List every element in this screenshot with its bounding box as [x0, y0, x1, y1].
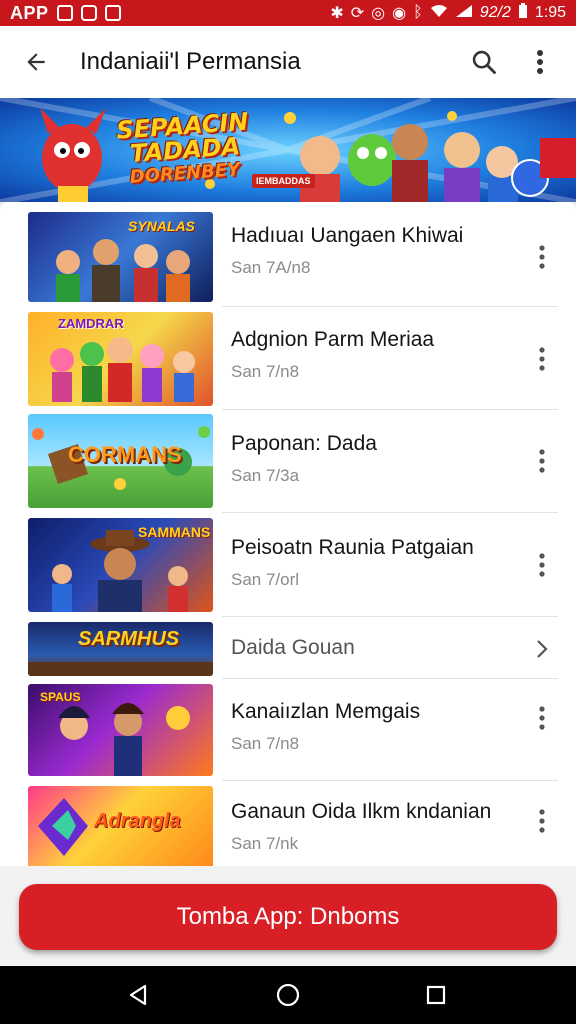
thumbnail-title: SYNALAS	[128, 218, 195, 234]
status-right: ✱ ⟳ ◎ ◉ ᛒ 92/2 1:95	[330, 2, 566, 24]
list-item-thumbnail: SAMMANS	[28, 518, 213, 612]
nav-recents-button[interactable]	[406, 966, 466, 1024]
notification-icon	[104, 5, 121, 21]
list-item-text: Daida Gouan	[231, 636, 520, 660]
list-item-subtitle: San 7/3a	[231, 466, 300, 485]
banner-tag: IEMBADDAS	[252, 174, 315, 188]
list-divider	[222, 512, 558, 513]
arrow-left-icon	[27, 53, 45, 71]
circle-home-icon	[276, 983, 300, 1007]
list-item-title: Peisoatn Raunia Patgaian	[231, 536, 474, 559]
primary-cta-button[interactable]: Tomba App: Dnboms	[19, 884, 557, 950]
status-time: 1:95	[534, 4, 566, 21]
list-divider	[222, 780, 558, 781]
content-list: SYNALAS Hadıuaı Uangaen Khiwai San 7A/n8…	[0, 202, 576, 866]
signal-text: 92/2	[479, 4, 511, 21]
bluetooth-icon: ✱	[330, 5, 344, 22]
chevron-right-icon	[537, 640, 548, 658]
more-vert-icon	[539, 449, 545, 473]
list-item-subtitle: San 7/orl	[231, 570, 300, 589]
overflow-menu-button[interactable]	[512, 26, 568, 98]
list-item-subtitle: San 7/n8	[231, 362, 300, 381]
system-nav-bar	[0, 966, 576, 1024]
item-more-button[interactable]	[528, 545, 556, 585]
hero-banner[interactable]: SEPAACIN TADADA DORENBEY IEMBADDAS	[0, 98, 576, 202]
list-item-text: Peisoatn Raunia Patgaian San 7/orl	[231, 536, 520, 590]
list-item[interactable]: SARMHUS Daida Gouan	[0, 622, 576, 676]
thumbnail-title: SPAUS	[40, 690, 81, 704]
list-item-title: Paponan: Dada	[231, 432, 377, 455]
list-divider	[222, 409, 558, 410]
status-left: APP	[10, 3, 121, 24]
page-title: Indaniaii'l Permansia	[80, 48, 301, 75]
list-divider	[222, 678, 558, 679]
list-item-text: Ganaun Oida Ilkm kndanian San 7/nk	[231, 800, 520, 854]
search-icon	[472, 50, 496, 74]
more-vert-icon	[539, 553, 545, 577]
list-item[interactable]: ZAMDRAR Adgnion Parm Meriaa San 7/n8	[0, 312, 576, 406]
signal-icon	[455, 4, 473, 23]
item-more-button[interactable]	[528, 801, 556, 841]
list-item[interactable]: CORMANS Paponan: Dada San 7/3a	[0, 414, 576, 508]
banner-headline: SEPAACIN TADADA DORENBEY	[116, 107, 253, 190]
list-item-title: Daida Gouan	[231, 636, 355, 659]
more-vert-icon	[539, 706, 545, 730]
list-item-title: Kanaiızlan Memgais	[231, 700, 421, 723]
list-item-text: Kanaiızlan Memgais San 7/n8	[231, 700, 520, 754]
list-item-text: Adgnion Parm Meriaa San 7/n8	[231, 328, 520, 382]
list-divider	[222, 616, 558, 617]
back-button[interactable]	[0, 26, 72, 98]
list-item-text: Paponan: Dada San 7/3a	[231, 432, 520, 486]
notification-icon	[80, 5, 97, 21]
list-item-text: Hadıuaı Uangaen Khiwai San 7A/n8	[231, 224, 520, 278]
list-item-thumbnail: SYNALAS	[28, 212, 213, 302]
list-item[interactable]: Adrangla Ganaun Oida Ilkm kndanian San 7…	[0, 786, 576, 866]
wifi-icon	[430, 4, 448, 23]
list-divider	[222, 306, 558, 307]
list-item-subtitle: San 7/n8	[231, 734, 300, 753]
thumbnail-title: SARMHUS	[78, 628, 180, 650]
circle-icon: ◎	[371, 5, 386, 22]
list-item-thumbnail: Adrangla	[28, 786, 213, 866]
nav-back-button[interactable]	[108, 966, 168, 1024]
triangle-back-icon	[129, 984, 147, 1006]
square-recents-icon	[426, 985, 446, 1005]
item-more-button[interactable]	[528, 237, 556, 277]
more-vert-icon	[539, 809, 545, 833]
app-bar: Indaniaii'l Permansia	[0, 26, 576, 98]
list-item[interactable]: SAMMANS Peisoatn Raunia Patgaian San 7/o…	[0, 518, 576, 612]
list-item-thumbnail: SPAUS	[28, 684, 213, 776]
thumbnail-title: SAMMANS	[138, 524, 211, 540]
list-item-title: Adgnion Parm Meriaa	[231, 328, 435, 351]
status-app-label: APP	[10, 2, 49, 23]
list-item-subtitle: San 7/nk	[231, 834, 299, 853]
notification-icon	[56, 5, 73, 21]
nav-home-button[interactable]	[258, 966, 318, 1024]
more-vert-icon	[537, 50, 543, 74]
search-button[interactable]	[456, 26, 512, 98]
circle-icon: ◉	[392, 5, 407, 22]
thumbnail-title: ZAMDRAR	[58, 316, 124, 331]
list-item-thumbnail: ZAMDRAR	[28, 312, 213, 406]
list-item-title: Ganaun Oida Ilkm kndanian	[231, 800, 492, 823]
item-more-button[interactable]	[528, 441, 556, 481]
thumbnail-title: Adrangla	[94, 810, 181, 832]
list-item[interactable]: SPAUS Kanaiızlan Memgais San 7/n8	[0, 684, 576, 776]
battery-icon	[518, 2, 528, 24]
list-item-thumbnail: SARMHUS	[28, 622, 213, 676]
item-open-button[interactable]	[528, 629, 556, 669]
item-more-button[interactable]	[528, 698, 556, 738]
more-vert-icon	[539, 347, 545, 371]
more-vert-icon	[539, 245, 545, 269]
bluetooth-icon: ᛒ	[413, 4, 423, 21]
list-item-title: Hadıuaı Uangaen Khiwai	[231, 224, 464, 247]
item-more-button[interactable]	[528, 339, 556, 379]
thumbnail-title: CORMANS	[68, 442, 182, 467]
list-item-subtitle: San 7A/n8	[231, 258, 311, 277]
sync-icon: ⟳	[350, 5, 365, 22]
list-item-thumbnail: CORMANS	[28, 414, 213, 508]
list-item[interactable]: SYNALAS Hadıuaı Uangaen Khiwai San 7A/n8	[0, 212, 576, 302]
status-bar: APP ✱ ⟳ ◎ ◉ ᛒ 92/2 1:95	[0, 0, 576, 26]
